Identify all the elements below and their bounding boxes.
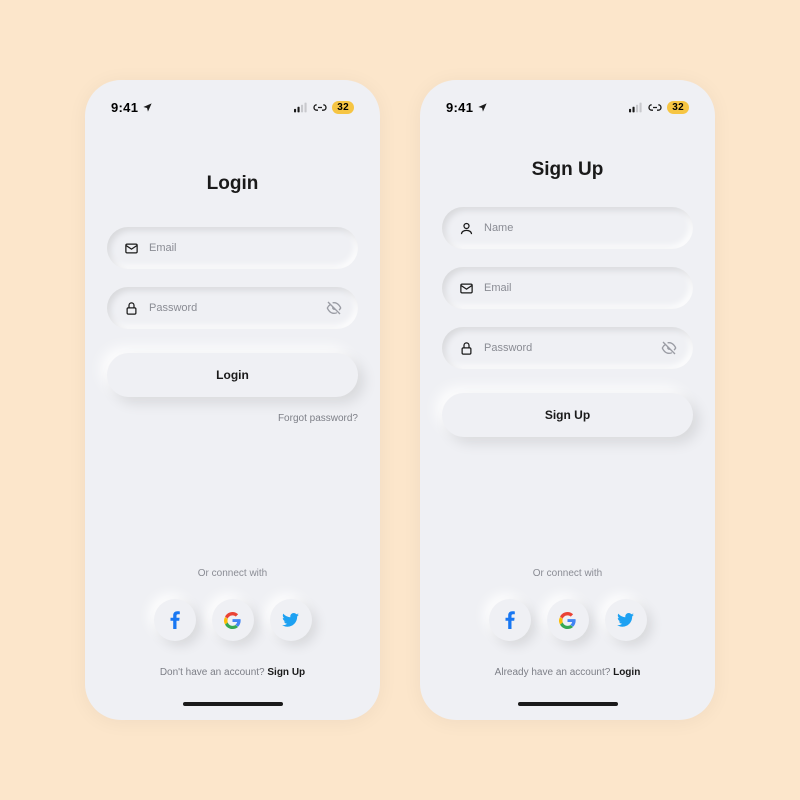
battery-indicator: 32 [332, 101, 354, 114]
status-bar: 9:41 32 [442, 98, 693, 117]
mail-icon [123, 240, 139, 256]
signup-title: Sign Up [442, 159, 693, 181]
status-right: 32 [629, 101, 689, 114]
twitter-icon [282, 613, 299, 627]
phone-signup: 9:41 32 Sign Up Name Email [420, 80, 715, 720]
name-placeholder: Name [484, 222, 677, 234]
facebook-button[interactable] [489, 599, 531, 641]
status-left: 9:41 [446, 100, 488, 115]
user-icon [458, 220, 474, 236]
email-input[interactable]: Email [107, 227, 358, 269]
connect-label: Or connect with [107, 568, 358, 579]
footer-text: Already have an account? Login [442, 667, 693, 678]
login-link[interactable]: Login [613, 667, 640, 678]
footer-prompt: Don't have an account? [160, 667, 268, 678]
status-time: 9:41 [446, 100, 473, 115]
status-right: 32 [294, 101, 354, 114]
status-bar: 9:41 32 [107, 98, 358, 117]
footer-text: Don't have an account? Sign Up [107, 667, 358, 678]
mail-icon [458, 280, 474, 296]
signup-link[interactable]: Sign Up [267, 667, 305, 678]
google-button[interactable] [547, 599, 589, 641]
lock-icon [458, 340, 474, 356]
password-input[interactable]: Password [107, 287, 358, 329]
twitter-button[interactable] [605, 599, 647, 641]
location-arrow-icon [477, 102, 488, 113]
facebook-icon [170, 611, 180, 629]
phone-login: 9:41 32 Login Email Password [85, 80, 380, 720]
home-indicator[interactable] [183, 702, 283, 706]
facebook-icon [505, 611, 515, 629]
connect-label: Or connect with [442, 568, 693, 579]
login-button-label: Login [216, 368, 249, 382]
email-input[interactable]: Email [442, 267, 693, 309]
eye-off-icon[interactable] [326, 300, 342, 316]
battery-indicator: 32 [667, 101, 689, 114]
google-button[interactable] [212, 599, 254, 641]
google-icon [559, 612, 576, 629]
link-icon [647, 102, 663, 113]
password-input[interactable]: Password [442, 327, 693, 369]
link-icon [312, 102, 328, 113]
email-placeholder: Email [149, 242, 342, 254]
twitter-icon [617, 613, 634, 627]
social-buttons [107, 599, 358, 641]
signup-button[interactable]: Sign Up [442, 393, 693, 437]
login-title: Login [107, 173, 358, 195]
footer-prompt: Already have an account? [495, 667, 613, 678]
social-buttons [442, 599, 693, 641]
facebook-button[interactable] [154, 599, 196, 641]
lock-icon [123, 300, 139, 316]
google-icon [224, 612, 241, 629]
forgot-password-link[interactable]: Forgot password? [107, 413, 358, 424]
twitter-button[interactable] [270, 599, 312, 641]
eye-off-icon[interactable] [661, 340, 677, 356]
login-button[interactable]: Login [107, 353, 358, 397]
home-indicator[interactable] [518, 702, 618, 706]
email-placeholder: Email [484, 282, 677, 294]
location-arrow-icon [142, 102, 153, 113]
signal-icon [629, 102, 643, 113]
password-placeholder: Password [149, 302, 316, 314]
name-input[interactable]: Name [442, 207, 693, 249]
signal-icon [294, 102, 308, 113]
signup-button-label: Sign Up [545, 408, 590, 422]
status-left: 9:41 [111, 100, 153, 115]
password-placeholder: Password [484, 342, 651, 354]
status-time: 9:41 [111, 100, 138, 115]
